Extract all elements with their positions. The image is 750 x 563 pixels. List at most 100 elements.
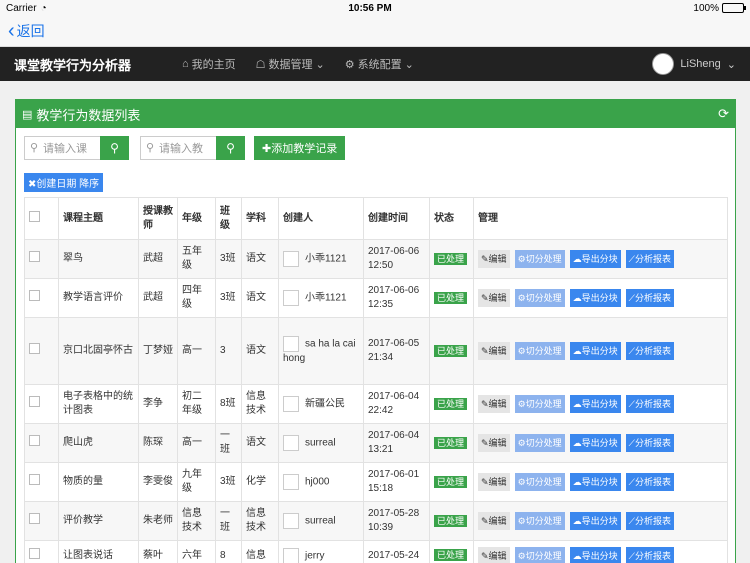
row-checkbox[interactable] — [29, 474, 40, 485]
gear-icon: ⚙ — [517, 346, 526, 356]
search-icon: ⚲ — [226, 141, 235, 155]
menu-item-settings[interactable]: ⚙ 系统配置 ⌄ — [345, 56, 414, 72]
user-menu[interactable]: LiSheng ⌄ — [652, 53, 736, 75]
export-button[interactable]: ☁导出分块 — [569, 342, 621, 360]
pencil-icon: ✎ — [481, 477, 489, 487]
export-button[interactable]: ☁导出分块 — [569, 546, 621, 563]
creator-name: surreal — [305, 437, 336, 449]
cell-time: 2017-05-28 10:39 — [363, 501, 430, 541]
row-checkbox[interactable] — [29, 547, 40, 559]
gear-icon: ⚙ — [517, 477, 526, 487]
row-select-cell[interactable] — [24, 501, 59, 541]
col-subject[interactable]: 学科 — [241, 197, 279, 240]
export-button[interactable]: ☁导出分块 — [569, 512, 621, 530]
col-status[interactable]: 状态 — [429, 197, 474, 240]
report-button[interactable]: ⟋分析报表 — [625, 473, 674, 491]
row-checkbox[interactable] — [29, 290, 40, 301]
cell-creator: 小乖1121 — [278, 278, 364, 318]
panel-header: ▤ 教学行为数据列表 ⟳ — [16, 100, 735, 128]
export-button[interactable]: ☁导出分块 — [569, 250, 621, 268]
row-select-cell[interactable] — [24, 384, 59, 424]
row-select-cell[interactable] — [24, 423, 59, 463]
cell-topic: 让图表说话 — [58, 540, 139, 563]
table-row: 爬山虎 陈琛 高一 一班 语文 surreal 2017-06-04 13:21 已处理 ✎编辑… — [24, 423, 728, 463]
edit-button[interactable]: ✎编辑 — [478, 546, 510, 563]
select-all-cell[interactable] — [24, 197, 59, 240]
split-button[interactable]: ⚙切分处理 — [514, 546, 565, 563]
row-select-cell[interactable] — [24, 462, 59, 502]
split-button[interactable]: ⚙切分处理 — [514, 342, 565, 360]
edit-button[interactable]: ✎编辑 — [478, 434, 510, 452]
split-button[interactable]: ⚙切分处理 — [514, 395, 565, 413]
menu-item-data[interactable]: ☖ 数据管理 ⌄ — [256, 56, 325, 72]
cell-actions: ✎编辑 ⚙切分处理 ☁导出分块 ⟋分析报表 — [473, 384, 728, 424]
export-button[interactable]: ☁导出分块 — [569, 434, 621, 452]
cell-time: 2017-06-01 15:18 — [363, 462, 430, 502]
refresh-icon[interactable]: ⟳ — [718, 106, 729, 122]
cell-subject: 语文 — [241, 423, 279, 463]
row-checkbox[interactable] — [29, 251, 40, 262]
col-creator[interactable]: 创建人 — [278, 197, 364, 240]
cell-time: 2017-06-04 22:42 — [363, 384, 430, 424]
row-select-cell[interactable] — [24, 278, 59, 318]
split-button[interactable]: ⚙切分处理 — [514, 250, 565, 268]
row-checkbox[interactable] — [29, 435, 40, 446]
table-row: 京口北固亭怀古 丁梦娅 高一 3 语文 sa ha la cai hong 2017-06-… — [24, 317, 728, 385]
report-button[interactable]: ⟋分析报表 — [625, 546, 674, 563]
split-button[interactable]: ⚙切分处理 — [514, 512, 565, 530]
edit-button[interactable]: ✎编辑 — [478, 250, 510, 268]
col-topic[interactable]: 课程主题 — [58, 197, 139, 240]
edit-button[interactable]: ✎编辑 — [478, 342, 510, 360]
teacher-search-button[interactable]: ⚲ — [216, 136, 245, 160]
select-all-checkbox[interactable] — [29, 210, 40, 222]
row-select-cell[interactable] — [24, 540, 59, 563]
sort-tag[interactable]: ✖创建日期 降序 — [24, 173, 104, 192]
pencil-icon: ✎ — [481, 516, 489, 526]
menu-item-home[interactable]: ⌂ 我的主页 — [182, 56, 236, 72]
export-button[interactable]: ☁导出分块 — [569, 289, 621, 307]
pencil-icon: ✎ — [481, 346, 489, 356]
app-brand[interactable]: 课堂教学行为分析器 — [14, 55, 182, 74]
cell-actions: ✎编辑 ⚙切分处理 ☁导出分块 ⟋分析报表 — [473, 423, 728, 463]
gear-icon: ⚙ — [517, 399, 526, 409]
course-search-input[interactable]: ⚲ 请输入课 — [24, 136, 100, 160]
back-label: 返回 — [16, 23, 45, 39]
col-teacher[interactable]: 授课教师 — [138, 197, 178, 240]
col-grade[interactable]: 年级 — [177, 197, 216, 240]
cell-teacher: 武超 — [138, 278, 178, 318]
report-button[interactable]: ⟋分析报表 — [625, 512, 674, 530]
cell-status: 已处理 — [429, 384, 474, 424]
split-button[interactable]: ⚙切分处理 — [514, 434, 565, 452]
row-checkbox[interactable] — [29, 513, 40, 524]
cell-subject: 信息技术 — [241, 501, 279, 541]
row-checkbox[interactable] — [29, 343, 40, 354]
report-button[interactable]: ⟋分析报表 — [625, 395, 674, 413]
edit-button[interactable]: ✎编辑 — [478, 473, 510, 491]
col-class[interactable]: 班级 — [215, 197, 242, 240]
export-button[interactable]: ☁导出分块 — [569, 395, 621, 413]
cell-topic: 爬山虎 — [58, 423, 139, 463]
back-button[interactable]: ‹ 返回 — [8, 21, 45, 41]
creator-avatar — [283, 396, 299, 412]
cell-creator: jerry — [278, 540, 364, 563]
edit-button[interactable]: ✎编辑 — [478, 395, 510, 413]
table-row: 让图表说话 蔡叶 六年 8 信息 jerry 2017-05-24 已处理 ✎编辑 ⚙切分处理 ☁导… — [24, 540, 728, 563]
carrier-group: Carrier ◔ — [6, 3, 47, 14]
add-record-button[interactable]: ✚ 添加教学记录 — [254, 136, 346, 160]
report-button[interactable]: ⟋分析报表 — [625, 342, 674, 360]
report-button[interactable]: ⟋分析报表 — [625, 289, 674, 307]
col-time[interactable]: 创建时间 — [363, 197, 430, 240]
course-search-button[interactable]: ⚲ — [100, 136, 129, 160]
split-button[interactable]: ⚙切分处理 — [514, 473, 565, 491]
cell-actions: ✎编辑 ⚙切分处理 ☁导出分块 ⟋分析报表 — [473, 540, 728, 563]
split-button[interactable]: ⚙切分处理 — [514, 289, 565, 307]
export-button[interactable]: ☁导出分块 — [569, 473, 621, 491]
row-select-cell[interactable] — [24, 317, 59, 385]
row-select-cell[interactable] — [24, 239, 59, 279]
edit-button[interactable]: ✎编辑 — [478, 512, 510, 530]
teacher-search-input[interactable]: ⚲ 请输入教 — [140, 136, 216, 160]
report-button[interactable]: ⟋分析报表 — [625, 250, 674, 268]
report-button[interactable]: ⟋分析报表 — [625, 434, 674, 452]
row-checkbox[interactable] — [29, 396, 40, 407]
edit-button[interactable]: ✎编辑 — [478, 289, 510, 307]
